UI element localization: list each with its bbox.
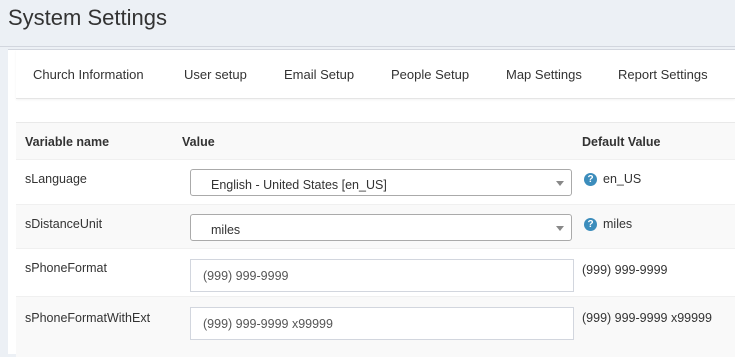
page-title: System Settings: [8, 5, 167, 30]
tab-report-settings[interactable]: Report Settings: [618, 67, 708, 82]
tab-email-setup[interactable]: Email Setup: [284, 67, 354, 82]
variable-name: sPhoneFormatWithExt: [25, 311, 151, 325]
question-circle-icon[interactable]: ?: [584, 173, 597, 186]
variable-name: sPhoneFormat: [25, 261, 107, 275]
settings-box: Church Information User setup Email Setu…: [8, 49, 735, 357]
header-value: Value: [182, 135, 215, 149]
content-header: System Settings: [0, 0, 735, 47]
tab-people-setup[interactable]: People Setup: [391, 67, 469, 82]
table-row: sLanguage English - United States [en_US…: [16, 159, 735, 205]
question-circle-icon[interactable]: ?: [584, 218, 597, 231]
table-row: sDistanceUnit miles ? miles: [16, 204, 735, 249]
phone-format-input[interactable]: [190, 259, 574, 292]
caret-down-icon: [556, 181, 564, 186]
default-value: (999) 999-9999: [582, 263, 668, 277]
default-value: miles: [603, 217, 633, 231]
variable-name: sDistanceUnit: [25, 217, 103, 231]
variable-name: sLanguage: [25, 172, 87, 186]
table-row: sPhoneFormat (999) 999-9999: [16, 248, 735, 297]
caret-down-icon: [556, 226, 564, 231]
phone-format-with-ext-input[interactable]: [190, 307, 574, 340]
language-select[interactable]: English - United States [en_US]: [190, 169, 572, 196]
select-value: English - United States [en_US]: [211, 178, 387, 192]
default-value: en_US: [603, 172, 642, 186]
header-default-value: Default Value: [582, 135, 661, 149]
table-header-row: Variable name Value Default Value: [16, 122, 735, 160]
default-value: (999) 999-9999 x99999: [582, 311, 712, 325]
distance-unit-select[interactable]: miles: [190, 214, 572, 241]
settings-tabs: Church Information User setup Email Setu…: [16, 50, 735, 99]
tab-church-information[interactable]: Church Information: [33, 67, 144, 82]
table-row: sPhoneFormatWithExt (999) 999-9999 x9999…: [16, 296, 735, 357]
tab-map-settings[interactable]: Map Settings: [506, 67, 582, 82]
tab-user-setup[interactable]: User setup: [184, 67, 247, 82]
select-value: miles: [211, 223, 241, 237]
header-variable-name: Variable name: [25, 135, 110, 149]
